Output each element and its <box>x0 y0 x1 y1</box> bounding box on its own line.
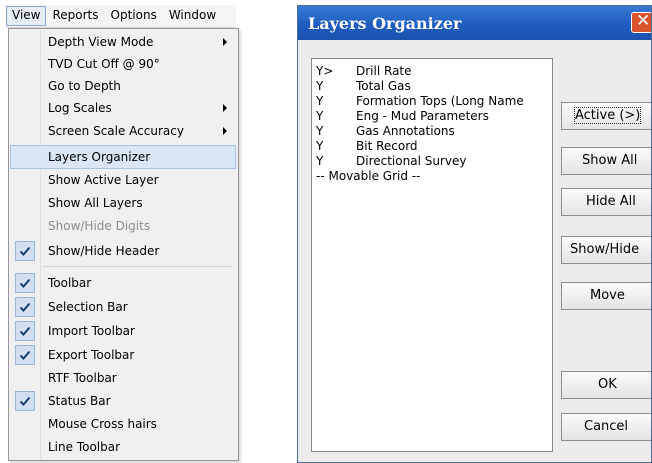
menu-item-label: Screen Scale Accuracy <box>48 124 184 138</box>
submenu-arrow-icon <box>223 104 227 112</box>
menu-item-show-active-layer[interactable]: Show Active Layer <box>11 169 235 191</box>
layer-name: -- Movable Grid -- <box>316 169 421 183</box>
submenu-arrow-icon <box>223 127 227 135</box>
menu-item-label: Export Toolbar <box>48 348 135 362</box>
menu-item-line-toolbar[interactable]: Line Toolbar <box>11 436 235 458</box>
dialog-title: Layers Organizer <box>308 14 462 33</box>
layers-listbox[interactable]: Y> Drill Rate Y Total Gas Y Formation To… <box>311 58 553 452</box>
hide-all-button-label: Hide All <box>586 194 636 209</box>
menu-reports[interactable]: Reports <box>46 6 104 26</box>
menu-item-screen-scale-accuracy[interactable]: Screen Scale Accuracy <box>11 120 235 142</box>
menu-item-label: Depth View Mode <box>48 35 154 49</box>
menu-item-label: Status Bar <box>48 394 111 408</box>
menu-item-layers-organizer[interactable]: Layers Organizer <box>10 145 236 169</box>
show-hide-button[interactable]: Show/Hide <box>561 236 651 264</box>
layer-flag: Y <box>316 154 324 168</box>
close-icon: ✕ <box>636 11 651 31</box>
active-button[interactable]: Active (>) <box>561 102 651 130</box>
menu-window[interactable]: Window <box>163 6 222 26</box>
menu-bar: View Reports Options Window <box>6 5 236 28</box>
menu-item-label: Log Scales <box>48 101 112 115</box>
layer-flag: Y <box>316 79 324 93</box>
menu-item-label: Selection Bar <box>48 300 128 314</box>
menu-item-selection-bar[interactable]: Selection Bar <box>11 296 235 318</box>
menu-item-label: Line Toolbar <box>48 440 121 454</box>
menu-item-log-scales[interactable]: Log Scales <box>11 97 235 119</box>
menu-item-label: Show/Hide Digits <box>48 219 151 233</box>
menu-item-label: TVD Cut Off @ 90° <box>48 57 160 71</box>
checkmark-icon <box>15 321 35 341</box>
menu-item-import-toolbar[interactable]: Import Toolbar <box>11 320 235 342</box>
show-all-button[interactable]: Show All <box>561 147 651 175</box>
move-button[interactable]: Move <box>561 282 651 310</box>
menu-item-label: Mouse Cross hairs <box>48 417 157 431</box>
show-hide-button-label: Show/Hide <box>570 242 640 257</box>
submenu-arrow-icon <box>223 38 227 46</box>
menu-item-toolbar[interactable]: Toolbar <box>11 272 235 294</box>
menu-options[interactable]: Options <box>105 6 163 26</box>
hide-all-button[interactable]: Hide All <box>561 188 651 216</box>
layer-name: Total Gas <box>356 79 411 93</box>
checkmark-icon <box>15 391 35 411</box>
menu-item-label: Show/Hide Header <box>48 244 160 258</box>
menu-item-label: Show All Layers <box>48 196 143 210</box>
show-all-button-label: Show All <box>582 153 638 168</box>
layer-name: Directional Survey <box>356 154 467 168</box>
layer-flag: Y <box>316 139 324 153</box>
view-menu-dropdown: Depth View Mode TVD Cut Off @ 90° Go to … <box>8 28 239 461</box>
active-button-label: Active (>) <box>573 107 642 124</box>
menu-item-status-bar[interactable]: Status Bar <box>11 390 235 412</box>
menu-item-tvd-cut-off[interactable]: TVD Cut Off @ 90° <box>11 53 235 75</box>
checkmark-icon <box>15 241 35 261</box>
layer-flag: Y <box>316 109 324 123</box>
menu-item-depth-view-mode[interactable]: Depth View Mode <box>11 31 235 53</box>
menu-item-label: Toolbar <box>48 276 92 290</box>
ok-button[interactable]: OK <box>561 371 651 399</box>
layer-name: Drill Rate <box>356 64 412 78</box>
layer-flag: Y <box>316 124 324 138</box>
layers-organizer-dialog: Layers Organizer ✕ Y> Drill Rate Y Total… <box>297 5 652 463</box>
move-button-label: Move <box>590 288 625 303</box>
cancel-button[interactable]: Cancel <box>561 413 651 441</box>
menu-item-rtf-toolbar[interactable]: RTF Toolbar <box>11 367 235 389</box>
menu-item-export-toolbar[interactable]: Export Toolbar <box>11 344 235 366</box>
dialog-titlebar[interactable]: Layers Organizer ✕ <box>298 6 651 40</box>
checkmark-icon <box>15 297 35 317</box>
menu-view[interactable]: View <box>6 6 47 26</box>
cancel-button-label: Cancel <box>584 419 629 434</box>
layer-name: Bit Record <box>356 139 418 153</box>
menu-item-label: Show Active Layer <box>48 173 159 187</box>
layer-name: Gas Annotations <box>356 124 455 138</box>
menu-item-show-all-layers[interactable]: Show All Layers <box>11 192 235 214</box>
menu-item-show-hide-header[interactable]: Show/Hide Header <box>11 240 235 262</box>
checkmark-icon <box>15 345 35 365</box>
layer-flag: Y <box>316 94 324 108</box>
ok-button-label: OK <box>598 377 617 392</box>
layer-flag: Y> <box>316 64 334 78</box>
menu-item-label: Go to Depth <box>48 79 121 93</box>
layer-name: Eng - Mud Parameters <box>356 109 489 123</box>
menu-item-go-to-depth[interactable]: Go to Depth <box>11 75 235 97</box>
menu-item-label: Import Toolbar <box>48 324 135 338</box>
close-button[interactable]: ✕ <box>631 11 651 33</box>
menu-item-label: Layers Organizer <box>48 150 151 164</box>
menu-item-mouse-cross-hairs[interactable]: Mouse Cross hairs <box>11 413 235 435</box>
layer-name: Formation Tops (Long Name <box>356 94 524 108</box>
checkmark-icon <box>15 273 35 293</box>
menu-item-show-hide-digits: Show/Hide Digits <box>11 215 235 237</box>
menu-separator <box>42 266 232 267</box>
menu-item-label: RTF Toolbar <box>48 371 117 385</box>
